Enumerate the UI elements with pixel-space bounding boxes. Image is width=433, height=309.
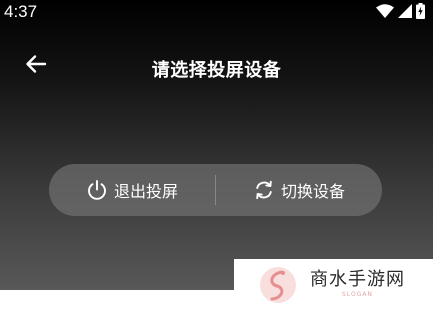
- control-pill: 退出投屏 切换设备: [49, 164, 382, 216]
- exit-casting-label: 退出投屏: [113, 182, 178, 201]
- cellular-signal-icon: [398, 4, 412, 18]
- watermark-slogan: SLOGAN: [342, 291, 373, 298]
- watermark-logo-icon: [256, 263, 300, 307]
- switch-device-button[interactable]: 切换设备: [216, 164, 382, 216]
- wifi-icon: [376, 4, 394, 18]
- watermark: 商水手游网 SLOGAN: [234, 259, 433, 309]
- status-time: 4:37: [4, 2, 38, 21]
- status-bar: 4:37: [0, 0, 433, 24]
- exit-casting-button[interactable]: 退出投屏: [49, 164, 215, 216]
- screen: 4:37 请选择投屏设备 退出投屏 切换设备: [0, 0, 433, 290]
- power-icon: [86, 179, 108, 201]
- watermark-text: 商水手游网: [310, 269, 405, 290]
- refresh-icon: [253, 179, 275, 201]
- switch-device-label: 切换设备: [280, 182, 345, 201]
- battery-charging-icon: [416, 3, 425, 19]
- page-title: 请选择投屏设备: [151, 60, 282, 81]
- status-icons: [376, 3, 425, 19]
